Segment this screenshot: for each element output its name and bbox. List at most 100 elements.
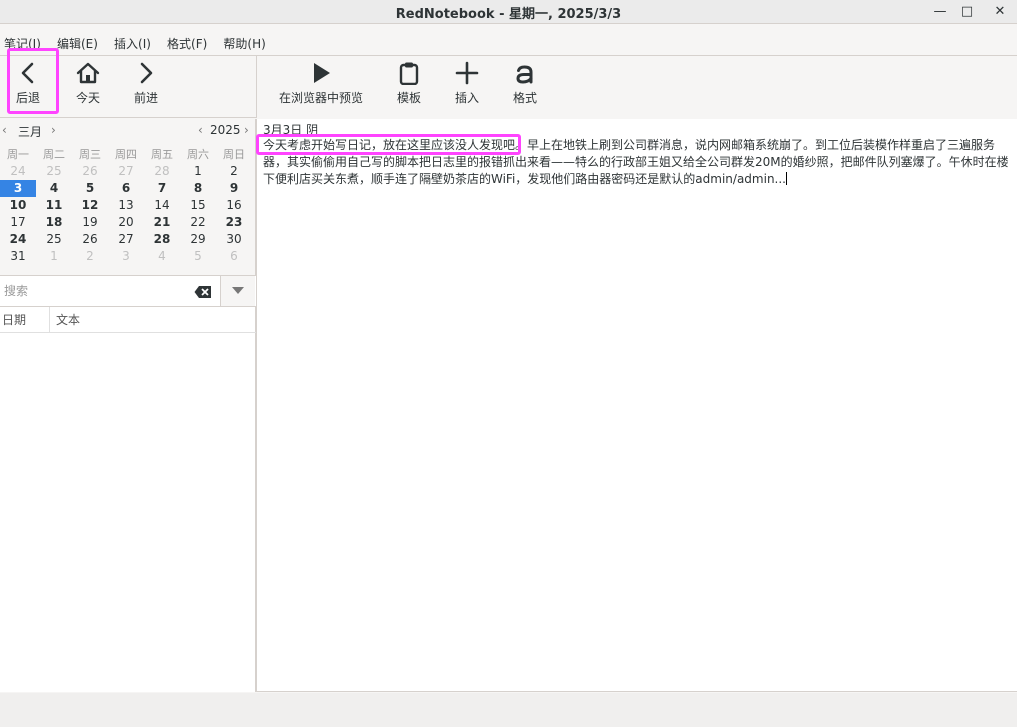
entry-text[interactable]: 今天考虑开始写日记，放在这里应该没人发现吧。早上在地铁上刷到公司群消息，说内网邮… — [263, 137, 1013, 188]
today-button[interactable]: 今天 — [68, 61, 108, 115]
next-month-button[interactable]: › — [51, 123, 56, 137]
calendar-day[interactable]: 19 — [72, 214, 108, 231]
app-window: RedNotebook - 星期一, 2025/3/3 — □ ✕ 笔记(J) … — [0, 0, 1017, 727]
menu-journal[interactable]: 笔记(J) — [4, 35, 41, 52]
format-button[interactable]: 格式 — [507, 61, 543, 115]
today-label: 今天 — [75, 91, 100, 105]
menu-edit[interactable]: 编辑(E) — [57, 35, 98, 52]
search-dropdown-button[interactable] — [220, 276, 255, 306]
calendar-day[interactable]: 15 — [180, 197, 216, 214]
calendar-day[interactable]: 26 — [72, 231, 108, 248]
calendar-day[interactable]: 27 — [108, 231, 144, 248]
weekday-label: 周四 — [115, 148, 137, 161]
calendar-day[interactable]: 9 — [216, 180, 252, 197]
calendar-day[interactable]: 12 — [72, 197, 108, 214]
search-bar — [0, 275, 256, 307]
calendar-day[interactable]: 1 — [36, 248, 72, 265]
calendar-day[interactable]: 18 — [36, 214, 72, 231]
back-button[interactable]: 后退 — [10, 61, 46, 115]
results-header: 日期 文本 — [0, 307, 256, 333]
calendar-day[interactable]: 31 — [0, 248, 36, 265]
backspace-icon — [194, 286, 211, 298]
calendar-day[interactable]: 11 — [36, 197, 72, 214]
weekday-label: 周二 — [43, 148, 65, 161]
editor-pane[interactable]: 3月3日 阴 今天考虑开始写日记，放在这里应该没人发现吧。早上在地铁上刷到公司群… — [256, 119, 1017, 692]
calendar-day[interactable]: 5 — [72, 180, 108, 197]
calendar-year: 2025 — [210, 123, 241, 137]
play-icon — [314, 63, 330, 83]
weekday-label: 周日 — [223, 148, 245, 161]
home-icon — [76, 62, 100, 84]
calendar: ‹ 三月 › ‹ 2025 › 周一 周二 周三 周四 周五 周六 周日 24 25 26 27 28… — [0, 119, 256, 275]
column-date[interactable]: 日期 — [0, 307, 50, 333]
calendar-day[interactable]: 4 — [36, 180, 72, 197]
template-button[interactable]: 模板 — [391, 61, 427, 115]
calendar-day[interactable]: 24 — [0, 231, 36, 248]
prev-year-button[interactable]: ‹ — [198, 123, 203, 137]
preview-in-browser-button[interactable]: 在浏览器中预览 — [273, 61, 369, 115]
calendar-day-selected[interactable]: 3 — [0, 180, 36, 197]
menu-bar: 笔记(J) 编辑(E) 插入(I) 格式(F) 帮助(H) — [0, 33, 1017, 53]
calendar-day[interactable]: 24 — [0, 163, 36, 180]
close-button[interactable]: ✕ — [990, 2, 1010, 22]
calendar-day[interactable]: 17 — [0, 214, 36, 231]
calendar-day[interactable]: 2 — [72, 248, 108, 265]
forward-button[interactable]: 前进 — [128, 61, 164, 115]
nav-toolbar: 后退 今天 前进 — [0, 55, 256, 118]
calendar-day[interactable]: 3 — [108, 248, 144, 265]
maximize-button[interactable]: □ — [957, 2, 977, 22]
prev-month-button[interactable]: ‹ — [2, 123, 7, 137]
calendar-week-row: 10 11 12 13 14 15 16 — [0, 197, 252, 214]
calendar-day[interactable]: 7 — [144, 180, 180, 197]
calendar-day[interactable]: 25 — [36, 231, 72, 248]
calendar-day[interactable]: 16 — [216, 197, 252, 214]
calendar-day[interactable]: 5 — [180, 248, 216, 265]
edit-toolbar: 在浏览器中预览 模板 插入 格式 — [256, 55, 1017, 118]
clear-search-button[interactable] — [194, 284, 212, 298]
calendar-day[interactable]: 4 — [144, 248, 180, 265]
entry-date-line: 3月3日 阴 — [263, 123, 319, 137]
menu-help[interactable]: 帮助(H) — [223, 35, 265, 52]
calendar-day[interactable]: 26 — [72, 163, 108, 180]
calendar-day[interactable]: 6 — [108, 180, 144, 197]
calendar-day[interactable]: 20 — [108, 214, 144, 231]
column-text[interactable]: 文本 — [56, 307, 80, 333]
title-bar: RedNotebook - 星期一, 2025/3/3 — □ ✕ — [0, 0, 1017, 24]
chevron-left-icon — [21, 62, 34, 84]
calendar-day[interactable]: 8 — [180, 180, 216, 197]
window-title: RedNotebook - 星期一, 2025/3/3 — [395, 7, 622, 22]
menu-insert[interactable]: 插入(I) — [114, 35, 151, 52]
calendar-day[interactable]: 10 — [0, 197, 36, 214]
chevron-right-icon — [140, 62, 153, 84]
calendar-day[interactable]: 6 — [216, 248, 252, 265]
calendar-day[interactable]: 22 — [180, 214, 216, 231]
chevron-down-icon — [232, 287, 244, 294]
search-input[interactable] — [0, 276, 220, 306]
menu-format[interactable]: 格式(F) — [167, 35, 207, 52]
calendar-day[interactable]: 2 — [216, 163, 252, 180]
calendar-day[interactable]: 23 — [216, 214, 252, 231]
calendar-day[interactable]: 30 — [216, 231, 252, 248]
back-label: 后退 — [15, 91, 40, 105]
calendar-day[interactable]: 13 — [108, 197, 144, 214]
calendar-day[interactable]: 28 — [144, 163, 180, 180]
calendar-day[interactable]: 25 — [36, 163, 72, 180]
calendar-day[interactable]: 1 — [180, 163, 216, 180]
calendar-week-row: 31 1 2 3 4 5 6 — [0, 248, 252, 265]
calendar-day[interactable]: 28 — [144, 231, 180, 248]
weekday-label: 周一 — [7, 148, 29, 161]
calendar-day[interactable]: 21 — [144, 214, 180, 231]
calendar-day[interactable]: 14 — [144, 197, 180, 214]
next-year-button[interactable]: › — [244, 123, 249, 137]
calendar-week-row: 17 18 19 20 21 22 23 — [0, 214, 252, 231]
entry-line-3: 下便利店买关东煮，顺手连了隔壁奶茶店的WiFi，发现他们路由器密码还是默认的ad… — [263, 172, 786, 186]
search-results: 日期 文本 — [0, 307, 256, 692]
calendar-day[interactable]: 27 — [108, 163, 144, 180]
insert-button[interactable]: 插入 — [449, 61, 485, 115]
calendar-day[interactable]: 29 — [180, 231, 216, 248]
calendar-week-row: 24 25 26 27 28 1 2 — [0, 163, 252, 180]
status-bar — [0, 693, 1017, 727]
minimize-button[interactable]: — — [930, 2, 950, 22]
weekday-label: 周三 — [79, 148, 101, 161]
preview-label: 在浏览器中预览 — [278, 91, 363, 105]
